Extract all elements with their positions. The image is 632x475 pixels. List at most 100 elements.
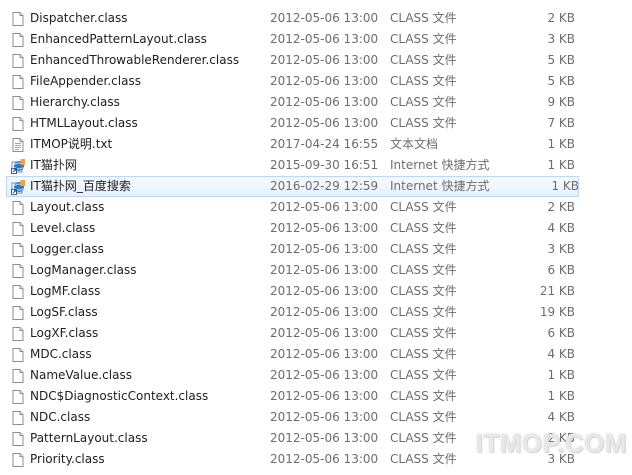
class-file-icon [10,389,26,405]
file-name: Priority.class [30,452,105,466]
file-modified-date: 2012-05-06 13:00 [270,326,379,340]
file-type: CLASS 文件 [390,116,457,130]
file-name: MDC.class [30,347,92,361]
file-row[interactable]: FileAppender.class 2012-05-06 13:00 CLASS … [0,71,632,92]
file-row[interactable]: EnhancedPatternLayout.class 2012-05-06 13… [0,29,632,50]
file-row[interactable]: IT猫扑网 2015-09-30 16:51 Internet 快捷方式 1 KB [0,155,632,176]
file-size: 3 KB [547,32,575,46]
watermark-logo: ITMOP.COM [475,428,627,458]
file-name: NDC.class [30,410,91,424]
class-file-icon [10,368,26,384]
class-file-icon [10,410,26,426]
file-size: 4 KB [547,347,575,361]
file-list: Dispatcher.class 2012-05-06 13:00 CLASS 文件… [0,8,632,470]
file-type: CLASS 文件 [390,200,457,214]
file-type: CLASS 文件 [390,389,457,403]
file-modified-date: 2012-05-06 13:00 [270,284,379,298]
file-type: CLASS 文件 [390,242,457,256]
file-row[interactable]: NDC$DiagnosticContext.class 2012-05-06 13… [0,386,632,407]
file-size: 1 KB [551,179,579,193]
file-size: 1 KB [547,158,575,172]
class-file-icon [10,431,26,447]
file-type: CLASS 文件 [390,410,457,424]
file-type: CLASS 文件 [390,305,457,319]
file-modified-date: 2012-05-06 13:00 [270,389,379,403]
file-name: EnhancedPatternLayout.class [30,32,207,46]
file-row[interactable]: LogManager.class 2012-05-06 13:00 CLASS 文件… [0,260,632,281]
file-modified-date: 2012-05-06 13:00 [270,368,379,382]
file-name: IT猫扑网 [30,158,77,172]
file-modified-date: 2012-05-06 13:00 [270,347,379,361]
file-size: 19 KB [539,305,575,319]
file-type: CLASS 文件 [390,95,457,109]
file-name: Logger.class [30,242,104,256]
file-size: 6 KB [547,263,575,277]
file-modified-date: 2012-05-06 13:00 [270,11,379,25]
file-row[interactable]: LogSF.class 2012-05-06 13:00 CLASS 文件 19 KB [0,302,632,323]
class-file-icon [10,74,26,90]
file-modified-date: 2012-05-06 13:00 [270,221,379,235]
class-file-icon [10,221,26,237]
file-type: CLASS 文件 [390,284,457,298]
file-modified-date: 2015-09-30 16:51 [270,158,379,172]
file-row[interactable]: Layout.class 2012-05-06 13:00 CLASS 文件 2 KB [0,197,632,218]
file-modified-date: 2017-04-24 16:55 [270,137,379,151]
file-name: LogSF.class [30,305,98,319]
file-modified-date: 2012-05-06 13:00 [270,32,379,46]
class-file-icon [10,452,26,468]
file-row[interactable]: NameValue.class 2012-05-06 13:00 CLASS 文件 1… [0,365,632,386]
file-modified-date: 2012-05-06 13:00 [270,242,379,256]
file-modified-date: 2012-05-06 13:00 [270,431,379,445]
file-size: 2 KB [547,200,575,214]
file-row[interactable]: Hierarchy.class 2012-05-06 13:00 CLASS 文件 9… [0,92,632,113]
file-modified-date: 2012-05-06 13:00 [270,263,379,277]
file-modified-date: 2012-05-06 13:00 [270,53,379,67]
file-type: CLASS 文件 [390,347,457,361]
file-row[interactable]: LogMF.class 2012-05-06 13:00 CLASS 文件 21 KB [0,281,632,302]
file-size: 4 KB [547,221,575,235]
file-row[interactable]: IT猫扑网_百度搜索 2016-02-29 12:59 Internet 快捷方式 1… [6,176,579,197]
file-size: 1 KB [547,137,575,151]
file-name: Hierarchy.class [30,95,120,109]
file-name: FileAppender.class [30,74,141,88]
file-type: CLASS 文件 [390,74,457,88]
class-file-icon [10,305,26,321]
file-name: LogManager.class [30,263,137,277]
file-size: 5 KB [547,53,575,67]
file-size: 9 KB [547,95,575,109]
file-row[interactable]: MDC.class 2012-05-06 13:00 CLASS 文件 4 KB [0,344,632,365]
file-row[interactable]: Level.class 2012-05-06 13:00 CLASS 文件 4 KB [0,218,632,239]
file-name: NDC$DiagnosticContext.class [30,389,209,403]
file-modified-date: 2016-02-29 12:59 [270,179,379,193]
file-row[interactable]: NDC.class 2012-05-06 13:00 CLASS 文件 4 KB [0,407,632,428]
file-size: 7 KB [547,116,575,130]
class-file-icon [10,263,26,279]
class-file-icon [10,347,26,363]
file-row[interactable]: HTMLLayout.class 2012-05-06 13:00 CLASS 文件… [0,113,632,134]
file-row[interactable]: LogXF.class 2012-05-06 13:00 CLASS 文件 6 KB [0,323,632,344]
file-name: Level.class [30,221,96,235]
file-name: Dispatcher.class [30,11,128,25]
file-row[interactable]: EnhancedThrowableRenderer.class 2012-05-0… [0,50,632,71]
file-row[interactable]: Dispatcher.class 2012-05-06 13:00 CLASS 文件… [0,8,632,29]
file-name: NameValue.class [30,368,132,382]
file-type: CLASS 文件 [390,326,457,340]
class-file-icon [10,32,26,48]
file-name: IT猫扑网_百度搜索 [30,179,131,193]
text-file-icon [10,137,26,153]
file-size: 4 KB [547,410,575,424]
file-row[interactable]: ITMOP说明.txt 2017-04-24 16:55 文本文档 1 KB [0,134,632,155]
file-modified-date: 2012-05-06 13:00 [270,74,379,88]
file-modified-date: 2012-05-06 13:00 [270,452,379,466]
internet-shortcut-icon [10,179,26,195]
file-type: CLASS 文件 [390,11,457,25]
file-type: CLASS 文件 [390,32,457,46]
file-row[interactable]: Logger.class 2012-05-06 13:00 CLASS 文件 3 KB [0,239,632,260]
file-type: Internet 快捷方式 [390,158,490,172]
file-modified-date: 2012-05-06 13:00 [270,200,379,214]
file-size: 1 KB [547,389,575,403]
file-size: 5 KB [547,74,575,88]
class-file-icon [10,116,26,132]
file-type: CLASS 文件 [390,263,457,277]
class-file-icon [10,95,26,111]
